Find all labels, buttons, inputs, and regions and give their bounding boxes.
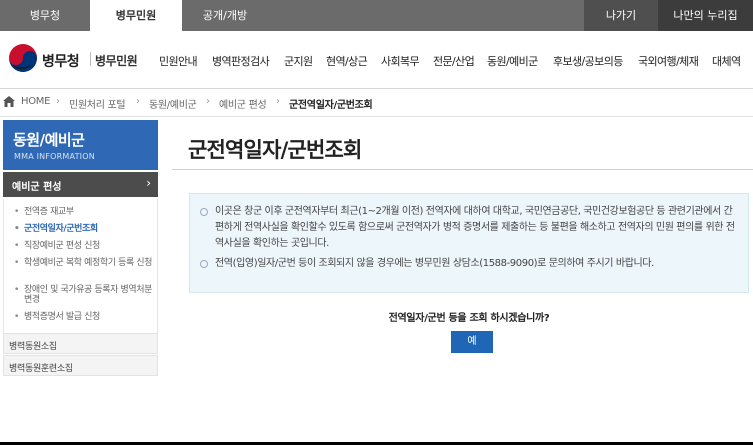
home-icon[interactable] — [3, 96, 15, 107]
exit-link[interactable]: 나가기 — [584, 0, 658, 31]
top-tab-open[interactable]: 공개/개방 — [182, 0, 268, 31]
gnb-industry[interactable]: 전문/산업 — [433, 53, 475, 69]
gnb-exam[interactable]: 병역판정검사 — [212, 53, 270, 69]
chevron-right-icon: › — [146, 176, 151, 190]
breadcrumb: HOME › 민원처리 포털 › 동원/예비군 › 예비군 편성 › 군전역일자… — [0, 93, 753, 113]
gnb-candidate[interactable]: 후보생/공보의등 — [553, 53, 623, 69]
notice-box: 이곳은 창군 이후 군전역자부터 최근(1~2개월 이전) 전역자에 대하여 대… — [189, 193, 749, 293]
gnb-social-service[interactable]: 사회복무 — [381, 53, 420, 69]
bullet-icon: • — [14, 258, 19, 268]
info-bullet-icon — [200, 260, 208, 268]
chevron-right-icon: › — [276, 96, 280, 107]
top-tab-civil[interactable]: 병무민원 — [90, 0, 182, 31]
title-divider — [172, 169, 753, 170]
sidebar-item-mobilization-training[interactable]: 병력동원훈련소집 — [3, 355, 158, 376]
chevron-right-icon: › — [136, 96, 140, 107]
bullet-icon: • — [14, 312, 19, 322]
sidebar-submenu: • 전역증 재교부 • 군전역일자/군번조회 • 직장예비군 편성 신청 • 학… — [3, 199, 158, 333]
gnb-military-apply[interactable]: 군지원 — [284, 53, 313, 69]
site-header: 병무청 병무민원 민원안내 병역판정검사 군지원 현역/상근 사회복무 전문/산… — [0, 31, 753, 88]
sidebar-item-mobilization[interactable]: 병력동원소집 — [3, 333, 158, 354]
browser-viewport: 병무청 병무민원 공개/개방 나가기 나만의 누리집 병무청 병무민원 민원안내… — [0, 0, 753, 442]
bullet-icon: • — [14, 207, 19, 217]
submenu-item-disabled-change[interactable]: • 장애인 및 국가유공 등록자 병역처분변경 — [14, 285, 154, 305]
main-navigation: 민원안내 병역판정검사 군지원 현역/상근 사회복무 전문/산업 동원/예비군 … — [0, 53, 753, 69]
gnb-active-duty[interactable]: 현역/상근 — [326, 53, 368, 69]
gnb-overseas[interactable]: 국외여행/체재 — [638, 53, 699, 69]
notice-item: 이곳은 창군 이후 군전역자부터 최근(1~2개월 이전) 전역자에 대하여 대… — [200, 204, 738, 252]
sidebar-item-label: 예비군 편성 — [12, 182, 62, 193]
sidebar-title: 동원/예비군 — [13, 131, 85, 149]
submenu-item-student-reserve[interactable]: • 학생예비군 복학 예정학기 등록 신청 — [14, 258, 154, 268]
notice-item: 전역(입영)일자/군번 등이 조회되지 않을 경우에는 병무민원 상담소(158… — [200, 256, 738, 272]
top-utility-bar: 병무청 병무민원 공개/개방 나가기 나만의 누리집 — [0, 0, 753, 31]
chevron-right-icon: › — [206, 96, 210, 107]
confirm-question: 전역일자/군번 등을 조회 하시겠습니까? — [388, 313, 550, 324]
my-site-link[interactable]: 나만의 누리집 — [658, 0, 753, 31]
breadcrumb-portal[interactable]: 민원처리 포털 — [69, 96, 126, 111]
sidebar-header: 동원/예비군 MMA INFORMATION — [3, 120, 158, 170]
info-bullet-icon — [200, 208, 208, 216]
submenu-item-discharge-card[interactable]: • 전역증 재교부 — [14, 207, 154, 217]
sidebar-item-reserve-organize[interactable]: 예비군 편성 › — [3, 172, 158, 197]
header-divider — [0, 88, 753, 89]
breadcrumb-reserve[interactable]: 동원/예비군 — [149, 96, 197, 111]
bullet-icon: • — [14, 224, 20, 234]
bullet-icon: • — [14, 241, 19, 251]
sidebar-subtitle: MMA INFORMATION — [14, 152, 95, 161]
breadcrumb-organize[interactable]: 예비군 편성 — [219, 96, 267, 111]
chevron-right-icon: › — [56, 96, 60, 107]
breadcrumb-current: 군전역일자/군번조회 — [289, 100, 373, 111]
yes-button[interactable]: 예 — [451, 331, 493, 353]
page-title: 군전역일자/군번조회 — [188, 138, 362, 162]
bullet-icon: • — [14, 285, 19, 295]
breadcrumb-home[interactable]: HOME — [21, 96, 50, 107]
gnb-civil-guide[interactable]: 민원안내 — [159, 53, 198, 69]
breadcrumb-divider — [0, 116, 753, 117]
submenu-item-certificate[interactable]: • 병적증명서 발급 신청 — [14, 312, 154, 322]
gnb-reserve[interactable]: 동원/예비군 — [487, 53, 538, 69]
top-tab-mma[interactable]: 병무청 — [0, 0, 90, 31]
submenu-item-discharge-lookup[interactable]: • 군전역일자/군번조회 — [14, 224, 154, 234]
gnb-alternative[interactable]: 대체역 — [712, 53, 741, 69]
submenu-item-workplace-reserve[interactable]: • 직장예비군 편성 신청 — [14, 241, 154, 251]
